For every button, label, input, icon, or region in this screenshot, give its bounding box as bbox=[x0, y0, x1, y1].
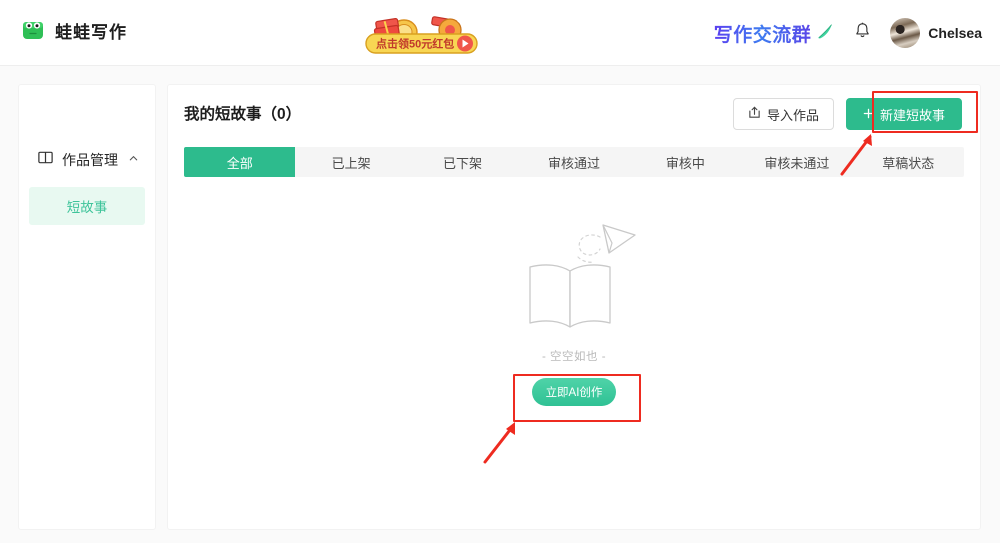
tab-all[interactable]: 全部 bbox=[184, 147, 296, 177]
tab-label: 审核通过 bbox=[547, 155, 600, 171]
avatar bbox=[890, 18, 921, 48]
tab-label: 已下架 bbox=[443, 155, 483, 171]
app-header: 蛙蛙写作 点击领50元红包 写作交流群 Chelsea bbox=[0, 0, 1000, 66]
book-icon bbox=[37, 149, 54, 171]
sidebar-item-short-story[interactable]: 短故事 bbox=[29, 187, 145, 225]
banner-text: 点击领50元红包 bbox=[376, 37, 454, 51]
chevron-up-icon[interactable] bbox=[128, 151, 139, 169]
tab-label: 已上架 bbox=[331, 155, 371, 171]
tab-approved[interactable]: 审核通过 bbox=[518, 147, 629, 177]
writing-group-label: 写作交流群 bbox=[714, 20, 812, 47]
tab-label: 全部 bbox=[226, 155, 253, 171]
header-right-cluster: 写作交流群 Chelsea bbox=[714, 0, 982, 66]
ai-create-button[interactable]: 立即AI创作 bbox=[532, 378, 616, 406]
user-name: Chelsea bbox=[928, 25, 982, 41]
tab-in-review[interactable]: 审核中 bbox=[630, 147, 741, 177]
new-short-story-button[interactable]: 新建短故事 bbox=[845, 98, 962, 130]
import-work-label: 导入作品 bbox=[766, 107, 819, 123]
tab-label: 审核中 bbox=[665, 155, 705, 171]
new-short-story-label: 新建短故事 bbox=[879, 107, 945, 123]
ai-create-label: 立即AI创作 bbox=[545, 387, 603, 399]
sidebar-section-label: 作品管理 bbox=[62, 152, 118, 168]
topbar-actions: 导入作品 新建短故事 bbox=[732, 98, 962, 130]
notifications-bell-button[interactable] bbox=[853, 21, 872, 45]
brand-name: 蛙蛙写作 bbox=[55, 22, 127, 42]
plus-icon bbox=[863, 107, 874, 122]
tab-delisted[interactable]: 已下架 bbox=[407, 147, 518, 177]
user-menu[interactable]: Chelsea bbox=[890, 18, 982, 48]
pen-icon bbox=[815, 21, 835, 46]
bell-icon bbox=[853, 21, 872, 45]
tab-draft[interactable]: 草稿状态 bbox=[853, 147, 964, 177]
import-work-button[interactable]: 导入作品 bbox=[732, 98, 834, 130]
sidebar: 作品管理 短故事 bbox=[18, 84, 156, 530]
import-icon bbox=[748, 106, 761, 122]
sidebar-item-label: 短故事 bbox=[66, 200, 108, 215]
main-topbar: 我的短故事（0） 导入作品 新建短故事 bbox=[168, 85, 980, 141]
page-title: 我的短故事（0） bbox=[184, 106, 302, 123]
status-filter-tabs: 全部 已上架 已下架 审核通过 审核中 审核未通过 草稿状态 bbox=[184, 147, 964, 177]
sidebar-section-works-management[interactable]: 作品管理 bbox=[19, 145, 155, 175]
tab-label: 草稿状态 bbox=[882, 155, 935, 171]
frog-logo-icon bbox=[20, 17, 46, 43]
tab-label: 审核未通过 bbox=[764, 155, 830, 171]
tab-rejected[interactable]: 审核未通过 bbox=[741, 147, 852, 177]
play-icon bbox=[457, 35, 473, 52]
empty-state-text: - 空空如也 - bbox=[541, 351, 607, 363]
empty-state: - 空空如也 - 立即AI创作 bbox=[168, 219, 980, 406]
brand-logo[interactable]: 蛙蛙写作 bbox=[20, 17, 127, 43]
tab-listed[interactable]: 已上架 bbox=[295, 147, 406, 177]
main-panel: 我的短故事（0） 导入作品 新建短故事 全部 已上架 已下架 审核通过 审核中 … bbox=[167, 84, 981, 530]
writing-group-link[interactable]: 写作交流群 bbox=[714, 20, 836, 47]
promo-banner[interactable]: 点击领50元红包 bbox=[358, 8, 485, 58]
open-book-paper-plane-illustration bbox=[508, 219, 640, 342]
